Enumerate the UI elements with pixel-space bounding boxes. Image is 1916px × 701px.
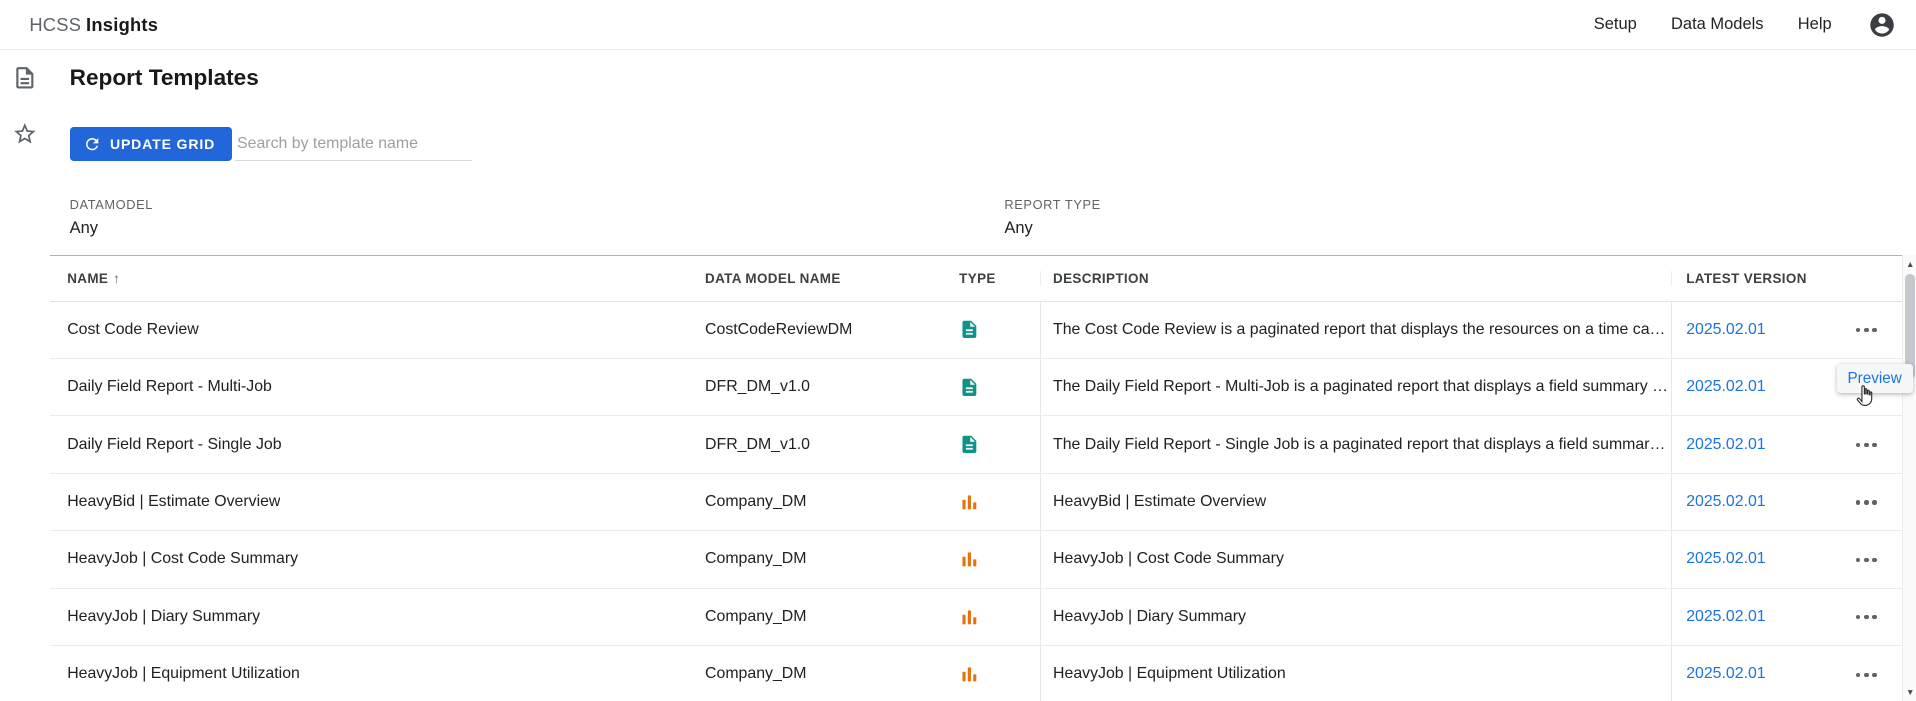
document-report-icon	[959, 319, 980, 340]
table-row[interactable]: Cost Code Review CostCodeReviewDM The Co…	[50, 301, 1903, 359]
top-bar: HCSS Insights Setup Data Models Help	[0, 0, 1916, 51]
update-grid-label: UPDATE GRID	[109, 136, 216, 153]
template-description: HeavyJob | Diary Summary	[1053, 607, 1246, 625]
insights-app: HCSS Insights Setup Data Models Help Repo…	[0, 0, 1916, 701]
datamodel-filter: DATAMODEL Any	[70, 197, 153, 238]
filter-bar: DATAMODEL Any REPORT TYPE Any	[50, 183, 1902, 255]
datamodel-filter-label: DATAMODEL	[69, 196, 153, 212]
page-title: Report Templates	[69, 64, 259, 90]
row-actions-button[interactable]	[1849, 492, 1883, 512]
scroll-up-arrow-icon[interactable]: ▲	[1903, 257, 1915, 272]
column-header-latest-version[interactable]: LATEST VERSION	[1672, 271, 1831, 286]
top-nav: Setup Data Models Help	[1594, 11, 1897, 39]
template-name: HeavyJob | Diary Summary	[67, 607, 261, 625]
scroll-down-arrow-icon[interactable]: ▼	[1903, 685, 1915, 700]
report-templates-icon[interactable]	[12, 65, 38, 91]
template-name: Daily Field Report - Single Job	[67, 435, 282, 453]
data-model-name: Company_DM	[705, 550, 807, 568]
data-model-name: CostCodeReviewDM	[705, 320, 853, 338]
data-model-name: Company_DM	[705, 607, 807, 625]
table-row[interactable]: Daily Field Report - Multi-Job DFR_DM_v1…	[50, 359, 1903, 417]
nav-setup[interactable]: Setup	[1594, 15, 1637, 34]
data-model-name: DFR_DM_v1.0	[705, 435, 811, 453]
report-type-filter-label: REPORT TYPE	[1004, 196, 1101, 212]
nav-help[interactable]: Help	[1798, 15, 1832, 34]
app-logo[interactable]: HCSS Insights	[29, 14, 158, 36]
template-description: The Cost Code Review is a paginated repo…	[1053, 320, 1671, 338]
table-row[interactable]: HeavyJob | Cost Code Summary Company_DM …	[50, 531, 1903, 589]
update-grid-button[interactable]: UPDATE GRID	[69, 127, 233, 162]
table-row[interactable]: HeavyJob | Equipment Utilization Company…	[50, 646, 1903, 701]
report-type-filter-value[interactable]: Any	[1004, 219, 1100, 238]
template-description: HeavyBid | Estimate Overview	[1053, 493, 1267, 511]
favorites-star-icon[interactable]	[12, 121, 38, 147]
bar-chart-icon	[959, 492, 980, 513]
data-model-name: Company_DM	[705, 493, 807, 511]
template-description: The Daily Field Report - Single Job is a…	[1053, 435, 1671, 453]
version-link[interactable]: 2025.02.01	[1686, 550, 1765, 568]
row-actions-button[interactable]	[1849, 664, 1883, 684]
brand-name: Insights	[86, 13, 159, 35]
search-input[interactable]	[234, 127, 472, 162]
bar-chart-icon	[959, 607, 980, 628]
sort-ascending-icon: ↑	[113, 270, 121, 286]
template-description: HeavyJob | Cost Code Summary	[1053, 550, 1284, 568]
account-circle-icon[interactable]	[1868, 11, 1896, 39]
template-description: The Daily Field Report - Multi-Job is a …	[1053, 378, 1671, 396]
row-actions-button[interactable]	[1849, 435, 1883, 455]
report-templates-table: NAME ↑ DATA MODEL NAME TYPE DESCRIPTION …	[50, 255, 1903, 701]
template-name: Cost Code Review	[67, 320, 199, 338]
refresh-icon	[83, 135, 101, 153]
version-link[interactable]: 2025.02.01	[1686, 436, 1765, 454]
bar-chart-icon	[959, 549, 980, 570]
version-link[interactable]: 2025.02.01	[1686, 665, 1765, 683]
vertical-scrollbar[interactable]: ▲ ▼	[1902, 255, 1916, 701]
bar-chart-icon	[959, 664, 980, 685]
table-header-row: NAME ↑ DATA MODEL NAME TYPE DESCRIPTION …	[50, 256, 1903, 302]
table-row[interactable]: HeavyBid | Estimate Overview Company_DM …	[50, 473, 1903, 532]
table-row[interactable]: HeavyJob | Diary Summary Company_DM Heav…	[50, 588, 1903, 647]
preview-menu-item[interactable]: Preview	[1836, 364, 1913, 394]
document-report-icon	[959, 377, 980, 398]
template-name: HeavyJob | Cost Code Summary	[67, 550, 299, 568]
column-header-data-model[interactable]: DATA MODEL NAME	[705, 271, 959, 286]
document-report-icon	[959, 434, 980, 455]
column-header-name[interactable]: NAME ↑	[50, 271, 705, 286]
template-description: HeavyJob | Equipment Utilization	[1053, 665, 1286, 683]
datamodel-filter-value[interactable]: Any	[70, 219, 153, 238]
nav-data-models[interactable]: Data Models	[1671, 15, 1764, 34]
data-model-name: DFR_DM_v1.0	[705, 378, 811, 396]
brand-prefix: HCSS	[29, 13, 82, 35]
column-header-type[interactable]: TYPE	[959, 271, 1040, 286]
table-row[interactable]: Daily Field Report - Single Job DFR_DM_v…	[50, 416, 1903, 474]
version-link[interactable]: 2025.02.01	[1686, 608, 1765, 626]
row-actions-button[interactable]	[1849, 550, 1883, 570]
template-name: HeavyJob | Equipment Utilization	[67, 665, 300, 683]
template-name: Daily Field Report - Multi-Job	[67, 378, 272, 396]
version-link[interactable]: 2025.02.01	[1686, 321, 1765, 339]
data-model-name: Company_DM	[705, 665, 807, 683]
scrollbar-thumb[interactable]	[1905, 273, 1916, 379]
version-link[interactable]: 2025.02.01	[1686, 378, 1765, 396]
row-actions-button[interactable]	[1849, 607, 1883, 627]
column-header-description[interactable]: DESCRIPTION	[1039, 270, 1672, 286]
row-actions-button[interactable]	[1849, 320, 1883, 340]
report-type-filter: REPORT TYPE Any	[1004, 197, 1100, 238]
template-name: HeavyBid | Estimate Overview	[67, 493, 281, 511]
version-link[interactable]: 2025.02.01	[1686, 493, 1765, 511]
